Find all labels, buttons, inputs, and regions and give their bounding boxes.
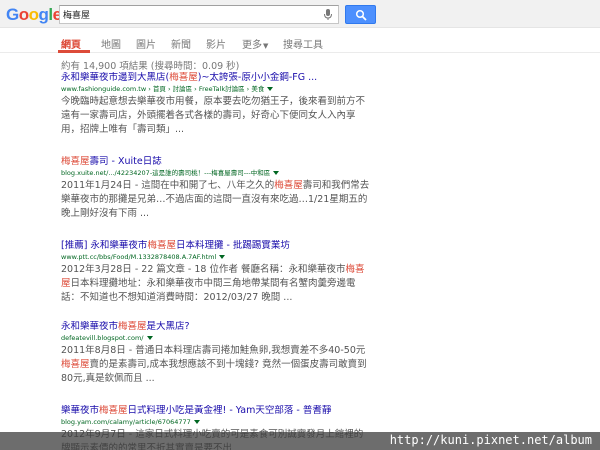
active-tab-indicator xyxy=(58,50,90,53)
caret-down-icon[interactable] xyxy=(273,171,280,175)
query-highlight: 梅喜屋 xyxy=(147,240,176,251)
tab-news[interactable]: 新聞 xyxy=(171,36,191,51)
result-title-link[interactable]: [推薦] 永和樂華夜市梅喜屋日本料理攤 - 批踢踢實業坊 xyxy=(61,240,371,252)
query-highlight: 梅喜屋 xyxy=(61,156,90,167)
tab-maps[interactable]: 地圖 xyxy=(101,36,121,51)
query-highlight: 梅喜屋 xyxy=(274,180,303,191)
result-url: blog.yam.com/calamy/article/67064777 xyxy=(61,417,371,427)
google-logo[interactable]: Google xyxy=(6,5,62,25)
result-title-link[interactable]: 永和樂華夜市梅喜屋是大黑店? xyxy=(61,321,371,333)
caret-down-icon[interactable] xyxy=(219,255,226,259)
search-result: [推薦] 永和樂華夜市梅喜屋日本料理攤 - 批踢踢實業坊 www.ptt.cc/b… xyxy=(61,240,371,305)
top-bar: Google xyxy=(0,0,600,28)
search-box[interactable] xyxy=(59,5,339,24)
result-url: www.ptt.cc/bbs/Food/M.1332878408.A.7AF.h… xyxy=(61,252,371,262)
result-snippet: 2011年1月24日 - 這間在中和開了七、八年之久的梅喜屋壽司和我們常去樂華夜… xyxy=(61,180,370,219)
query-highlight: 梅喜屋 xyxy=(118,321,147,332)
search-input[interactable] xyxy=(63,8,313,21)
result-url: blog.xuite.net/.../42234207-這是誰的壽司桃！---梅… xyxy=(61,168,371,178)
result-url: defeatevill.blogspot.com/ xyxy=(61,333,371,343)
result-title-link[interactable]: 永和樂華夜市邊到大黑店(梅喜屋)~太誇張-原小小金鋼-FG ... xyxy=(61,72,371,84)
watermark-url: http://kuni.pixnet.net/album xyxy=(389,433,592,447)
result-snippet: 2012年3月28日 - 22 篇文章 - 18 位作者 餐廳名稱：永和樂華夜市… xyxy=(61,264,365,303)
search-button[interactable] xyxy=(345,5,376,24)
search-result: 永和樂華夜市梅喜屋是大黑店? defeatevill.blogspot.com/2… xyxy=(61,321,371,386)
result-url: www.fashionguide.com.tw › 首頁 › 討論區 › Fre… xyxy=(61,84,371,94)
logo-letter: G xyxy=(6,5,19,24)
logo-letter: o xyxy=(18,5,29,24)
tab-web[interactable]: 網頁 xyxy=(61,36,81,51)
result-snippet: 2011年8月8日 - 普通日本料理店壽司捲加鮭魚卵,我想賣差不多40-50元梅… xyxy=(61,345,367,384)
logo-letter: g xyxy=(38,5,49,24)
microphone-icon[interactable] xyxy=(322,8,334,21)
result-title-link[interactable]: 梅喜屋壽司 - Xuite日誌 xyxy=(61,156,371,168)
tab-more[interactable]: 更多▼ xyxy=(242,36,268,51)
caret-down-icon[interactable] xyxy=(267,87,274,91)
query-highlight: 梅喜屋 xyxy=(169,72,198,83)
result-title-link[interactable]: 樂華夜市梅喜屋日式料理小吃是黃金裡! - Yam天空部落 - 普耆靜 xyxy=(61,405,371,417)
search-tabs: 網頁 地圖 圖片 新聞 影片 更多▼ 搜尋工具 xyxy=(0,28,600,53)
caret-down-icon[interactable] xyxy=(193,420,200,424)
tab-images[interactable]: 圖片 xyxy=(136,36,156,51)
search-icon xyxy=(355,9,367,21)
logo-letter: o xyxy=(28,5,39,24)
watermark-bar: http://kuni.pixnet.net/album xyxy=(0,432,600,450)
search-result: 梅喜屋壽司 - Xuite日誌 blog.xuite.net/.../422342… xyxy=(61,156,371,221)
chevron-down-icon: ▼ xyxy=(263,42,269,50)
tab-videos[interactable]: 影片 xyxy=(206,36,226,51)
query-highlight: 梅喜屋 xyxy=(61,359,90,370)
caret-down-icon[interactable] xyxy=(146,336,153,340)
tab-more-label: 更多 xyxy=(242,40,262,51)
result-snippet: 今晚臨時起意想去樂華夜市用餐，原本要去吃勿猶王子，後來看到前方不遠有一家壽司店，… xyxy=(61,96,366,135)
tab-search-tools[interactable]: 搜尋工具 xyxy=(283,36,323,51)
search-result: 永和樂華夜市邊到大黑店(梅喜屋)~太誇張-原小小金鋼-FG ... www.fas… xyxy=(61,72,371,137)
query-highlight: 梅喜屋 xyxy=(99,405,128,416)
result-stats: 約有 14,900 項結果 (搜尋時間：0.09 秒) xyxy=(61,61,240,72)
query-highlight: 梅喜屋 xyxy=(61,264,365,289)
